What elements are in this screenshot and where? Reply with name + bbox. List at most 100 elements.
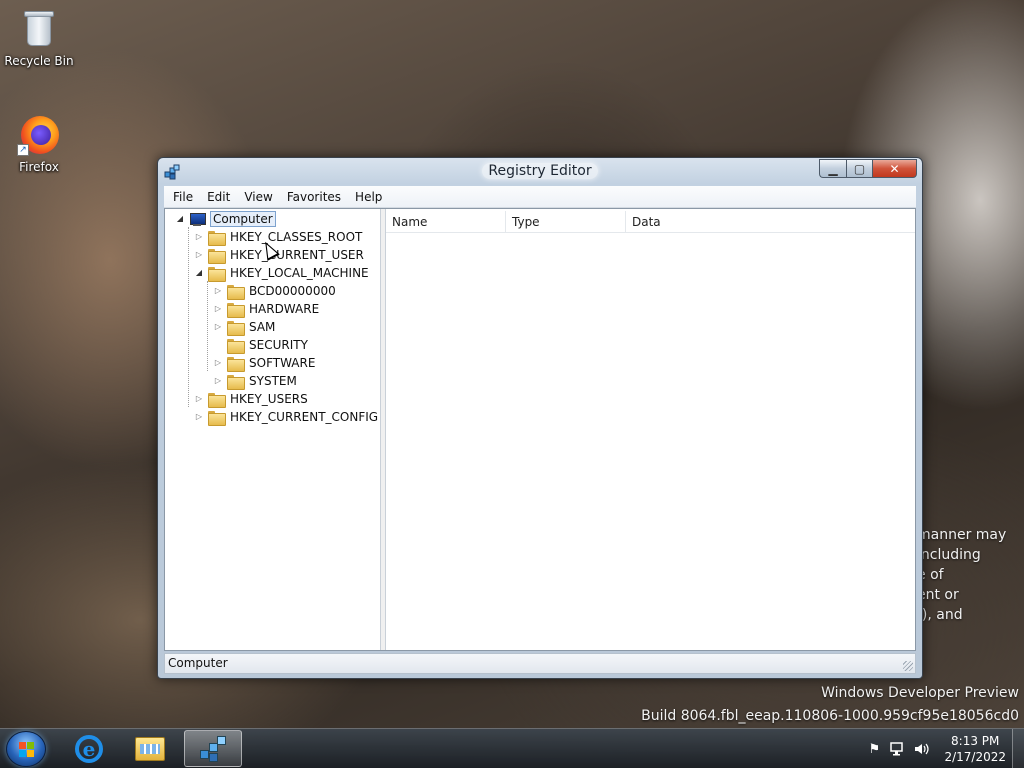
tree-node-label: HKEY_LOCAL_MACHINE (230, 266, 369, 280)
system-tray: ⚑ 8:13 PM 2/17/2022 (862, 729, 1006, 768)
tree-node-label: HARDWARE (249, 302, 320, 316)
column-header-name[interactable]: Name (386, 211, 506, 232)
tree-node-label: HKEY_CLASSES_ROOT (230, 230, 363, 244)
legal-text-fragment: manner may including e of ent or f), and (917, 527, 1007, 623)
menu-view[interactable]: View (237, 187, 279, 207)
menu-edit[interactable]: Edit (200, 187, 237, 207)
menu-file[interactable]: File (166, 187, 200, 207)
taskbar-file-explorer[interactable] (121, 730, 179, 767)
column-headers: Name Type Data (386, 211, 915, 233)
folder-icon (208, 230, 226, 246)
taskbar-registry-editor[interactable] (184, 730, 242, 767)
network-icon[interactable] (890, 741, 906, 757)
folder-icon (208, 266, 226, 282)
status-path: Computer (168, 656, 228, 670)
recycle-bin-icon (17, 6, 61, 50)
window-title: Registry Editor (158, 163, 922, 179)
tree-node-hardware[interactable]: ▷ HARDWARE (213, 300, 319, 318)
folder-icon (227, 356, 245, 372)
firefox-icon: ↗ (17, 112, 61, 156)
tree-node-label: SECURITY (249, 338, 308, 352)
column-header-type[interactable]: Type (506, 211, 626, 232)
expand-arrow-icon[interactable]: ▷ (194, 412, 204, 422)
tree-node-hkey-local-machine[interactable]: ◢ HKEY_LOCAL_MACHINE (194, 264, 369, 282)
expand-arrow-icon[interactable]: ▷ (213, 286, 223, 296)
tree-node-security[interactable]: SECURITY (213, 336, 308, 354)
folder-icon (208, 248, 226, 264)
tree-connector (213, 340, 223, 350)
status-bar: Computer (164, 653, 916, 674)
watermark-title: Windows Developer Preview (821, 685, 1019, 701)
windows-logo-icon (19, 742, 35, 758)
clock-date: 2/17/2022 (944, 750, 1006, 764)
collapse-arrow-icon[interactable]: ◢ (194, 268, 204, 278)
tree-node-label: HKEY_CURRENT_USER (230, 248, 364, 262)
taskbar-internet-explorer[interactable]: e (60, 730, 118, 767)
values-pane[interactable]: Name Type Data (386, 209, 915, 650)
expand-arrow-icon[interactable]: ▷ (213, 358, 223, 368)
minimize-icon: ▁ (828, 161, 838, 176)
folder-icon (208, 392, 226, 408)
clock-time: 8:13 PM (951, 734, 1000, 748)
file-explorer-icon (135, 736, 165, 761)
maximize-button[interactable]: ▢ (846, 159, 872, 178)
expand-arrow-icon[interactable]: ▷ (213, 304, 223, 314)
tree-node-computer[interactable]: ◢ Computer (175, 210, 276, 228)
tree-node-label: SAM (249, 320, 276, 334)
collapse-arrow-icon[interactable]: ◢ (175, 214, 185, 224)
regedit-icon (198, 734, 228, 764)
column-header-data[interactable]: Data (626, 211, 915, 232)
tree-node-label: HKEY_USERS (230, 392, 308, 406)
folder-icon (227, 338, 245, 354)
close-button[interactable]: ✕ (872, 159, 917, 178)
tree-node-hkey-current-config[interactable]: ▷ HKEY_CURRENT_CONFIG (194, 408, 378, 426)
clock[interactable]: 8:13 PM 2/17/2022 (944, 733, 1006, 765)
tree-node-bcd00000000[interactable]: ▷ BCD00000000 (213, 282, 336, 300)
desktop-icon-label: Recycle Bin (4, 54, 74, 68)
title-bar[interactable]: Registry Editor ▁ ▢ ✕ (158, 158, 922, 186)
expand-arrow-icon[interactable]: ▷ (213, 376, 223, 386)
registry-editor-window[interactable]: Registry Editor ▁ ▢ ✕ File Edit View Fav… (157, 157, 923, 679)
folder-icon (227, 320, 245, 336)
menu-bar: File Edit View Favorites Help (164, 186, 916, 208)
taskbar: e ⚑ 8:13 PM 2/17/2022 (0, 728, 1024, 768)
menu-favorites[interactable]: Favorites (280, 187, 348, 207)
volume-icon[interactable] (914, 741, 930, 757)
tree-node-hkey-current-user[interactable]: ▷ HKEY_CURRENT_USER (194, 246, 364, 264)
desktop-icon-label: Firefox (19, 160, 59, 174)
resize-grip-icon[interactable] (903, 661, 913, 671)
registry-tree[interactable]: ◢ Computer ▷ HKEY_CLASSES_ROOT ▷ HKEY_CU… (165, 209, 381, 650)
tree-node-label: SYSTEM (249, 374, 297, 388)
tree-node-label: Computer (210, 211, 276, 227)
shortcut-arrow-icon: ↗ (17, 144, 29, 156)
folder-icon (227, 302, 245, 318)
tree-node-hkey-classes-root[interactable]: ▷ HKEY_CLASSES_ROOT (194, 228, 362, 246)
close-icon: ✕ (889, 161, 900, 176)
desktop-icon-recycle-bin[interactable]: Recycle Bin (3, 6, 75, 68)
folder-icon (227, 374, 245, 390)
action-center-flag-icon[interactable]: ⚑ (866, 741, 882, 757)
expand-arrow-icon[interactable]: ▷ (213, 322, 223, 332)
tree-node-system[interactable]: ▷ SYSTEM (213, 372, 297, 390)
tree-node-sam[interactable]: ▷ SAM (213, 318, 275, 336)
expand-arrow-icon[interactable]: ▷ (194, 250, 204, 260)
folder-icon (227, 284, 245, 300)
internet-explorer-icon: e (75, 734, 103, 763)
tree-node-label: BCD00000000 (249, 284, 336, 298)
folder-icon (208, 410, 226, 426)
start-button[interactable] (6, 731, 46, 767)
show-desktop-button[interactable] (1012, 729, 1024, 768)
watermark-build: Build 8064.fbl_eeap.110806-1000.959cf95e… (641, 708, 1019, 724)
tree-node-label: SOFTWARE (249, 356, 316, 370)
desktop-icon-firefox[interactable]: ↗ Firefox (3, 112, 75, 174)
menu-help[interactable]: Help (348, 187, 389, 207)
caption-buttons: ▁ ▢ ✕ (819, 159, 917, 178)
maximize-icon: ▢ (853, 161, 866, 176)
tree-node-software[interactable]: ▷ SOFTWARE (213, 354, 315, 372)
minimize-button[interactable]: ▁ (819, 159, 846, 178)
expand-arrow-icon[interactable]: ▷ (194, 232, 204, 242)
expand-arrow-icon[interactable]: ▷ (194, 394, 204, 404)
tree-node-hkey-users[interactable]: ▷ HKEY_USERS (194, 390, 308, 408)
tree-node-label: HKEY_CURRENT_CONFIG (230, 410, 379, 424)
content-area: ◢ Computer ▷ HKEY_CLASSES_ROOT ▷ HKEY_CU… (164, 208, 916, 651)
